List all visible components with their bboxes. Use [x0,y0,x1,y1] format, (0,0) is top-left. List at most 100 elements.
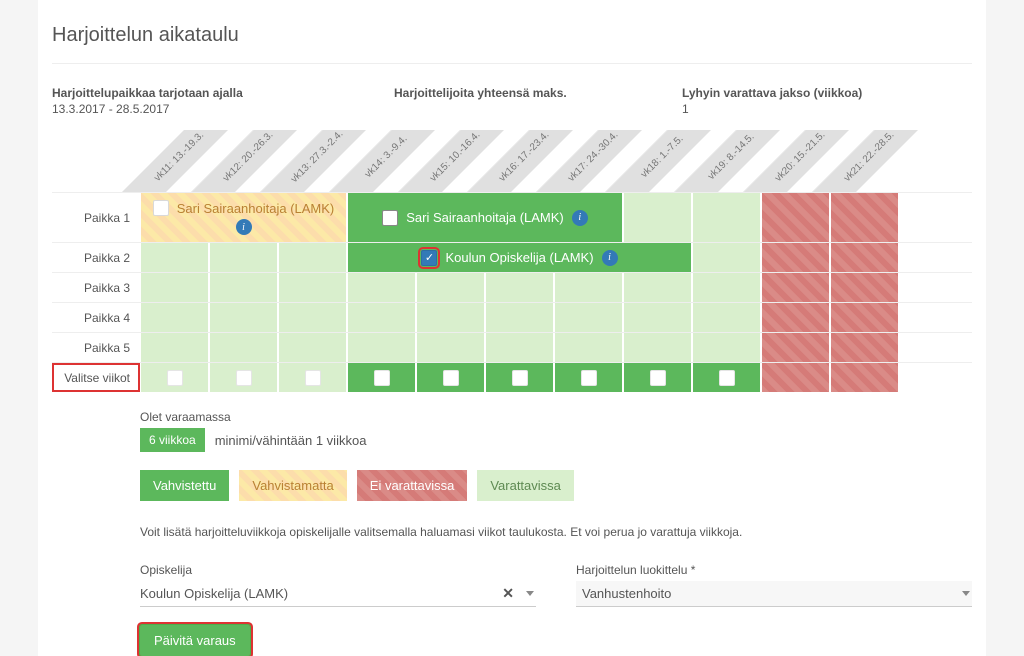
page-title: Harjoittelun aikataulu [52,24,972,64]
slot-available[interactable] [554,333,623,362]
slot-available[interactable] [485,333,554,362]
slot-available[interactable] [347,273,416,302]
help-text: Voit lisätä harjoitteluviikkoja opiskeli… [140,525,972,539]
slot-available[interactable] [278,243,347,272]
checkbox-icon[interactable]: ✓ [421,250,437,266]
paikka-4-row: Paikka 4 [52,302,972,332]
weeks-header: vk11: 13.-19.3. vk12: 20.-26.3. vk13: 27… [140,130,972,192]
legend-unconfirmed: Vahvistamatta [239,470,346,501]
slot-available[interactable] [554,303,623,332]
slot-available[interactable] [416,333,485,362]
slot-unavailable [830,273,899,302]
checkbox-icon[interactable] [153,200,169,216]
slot-available[interactable] [485,273,554,302]
slot-available[interactable] [554,273,623,302]
assignee-name: Sari Sairaanhoitaja (LAMK) [406,210,564,225]
slot-available[interactable] [347,303,416,332]
select-weeks-label: Valitse viikot [52,363,140,392]
slot-available[interactable] [623,193,692,242]
clear-icon[interactable]: ✕ [502,585,514,602]
student-select[interactable]: Koulun Opiskelija (LAMK) ✕ [140,581,536,607]
category-select[interactable]: Vanhustenhoito [576,581,972,607]
slot-available[interactable] [623,303,692,332]
week-header: vk21: 22.-28.5. [830,130,899,192]
row-label: Paikka 3 [52,273,140,302]
assignee-name: Sari Sairaanhoitaja (LAMK) [177,201,335,216]
page: Harjoittelun aikataulu Harjoittelupaikka… [38,0,986,656]
paikka-3-row: Paikka 3 [52,272,972,302]
select-weeks-row: Valitse viikot [52,362,972,392]
slot-unavailable [761,193,830,242]
slot-unavailable [830,303,899,332]
meta-offered-value: 13.3.2017 - 28.5.2017 [52,102,394,116]
week-checkbox-checked[interactable] [485,363,554,392]
slot-available[interactable] [209,333,278,362]
slot-unavailable [761,363,830,392]
form-row: Opiskelija Koulun Opiskelija (LAMK) ✕ Ha… [140,563,972,607]
lower-section: Olet varaamassa 6 viikkoa minimi/vähintä… [140,410,972,656]
paikka-5-row: Paikka 5 [52,332,972,362]
category-label: Harjoittelun luokittelu * [576,563,972,577]
checkbox-icon[interactable] [382,210,398,226]
slot-unavailable [761,333,830,362]
slot-available[interactable] [140,273,209,302]
slot-available[interactable] [692,333,761,362]
slot-available[interactable] [623,333,692,362]
update-button[interactable]: Päivitä varaus [140,625,250,656]
week-checkbox-checked[interactable] [623,363,692,392]
slot-available[interactable] [485,303,554,332]
week-checkbox[interactable] [140,363,209,392]
meta-trainees-label: Harjoittelijoita yhteensä maks. [394,86,682,100]
week-checkbox-checked[interactable] [347,363,416,392]
slot-unavailable [830,243,899,272]
slot-available[interactable] [140,303,209,332]
meta-offered-label: Harjoittelupaikkaa tarjotaan ajalla [52,86,394,100]
slot-available[interactable] [209,273,278,302]
slot-available[interactable] [209,303,278,332]
meta-min: Lyhyin varattava jakso (viikkoa) 1 [682,86,972,116]
row-label: Paikka 4 [52,303,140,332]
reserving-label: Olet varaamassa [140,410,972,424]
booking-confirmed[interactable]: Sari Sairaanhoitaja (LAMK) i [347,193,623,242]
chevron-down-icon[interactable] [962,591,970,596]
week-checkbox-checked[interactable] [692,363,761,392]
slot-available[interactable] [692,303,761,332]
slot-available[interactable] [278,273,347,302]
slot-available[interactable] [209,243,278,272]
legend: Vahvistettu Vahvistamatta Ei varattaviss… [140,470,972,501]
meta-offered: Harjoittelupaikkaa tarjotaan ajalla 13.3… [52,86,394,116]
paikka-1-row: Paikka 1 Sari Sairaanhoitaja (LAMK) i Sa… [52,192,972,242]
slot-available[interactable] [278,333,347,362]
row-label: Paikka 5 [52,333,140,362]
row-label: Paikka 2 [52,243,140,272]
slot-available[interactable] [140,333,209,362]
meta-min-label: Lyhyin varattava jakso (viikkoa) [682,86,972,100]
student-value: Koulun Opiskelija (LAMK) [140,586,288,601]
slot-unavailable [830,193,899,242]
info-icon[interactable]: i [236,219,252,235]
chevron-down-icon[interactable] [526,591,534,596]
booking-unconfirmed[interactable]: Sari Sairaanhoitaja (LAMK) i [140,193,347,242]
week-checkbox-checked[interactable] [554,363,623,392]
slot-available[interactable] [347,333,416,362]
slot-available[interactable] [416,303,485,332]
slot-available[interactable] [692,273,761,302]
week-checkbox-checked[interactable] [416,363,485,392]
slot-available[interactable] [140,243,209,272]
slot-available[interactable] [623,273,692,302]
legend-available: Varattavissa [477,470,574,501]
slot-unavailable [761,303,830,332]
schedule-grid: vk11: 13.-19.3. vk12: 20.-26.3. vk13: 27… [52,130,972,392]
slot-available[interactable] [692,193,761,242]
info-icon[interactable]: i [602,250,618,266]
meta-row: Harjoittelupaikkaa tarjotaan ajalla 13.3… [52,86,972,116]
slot-available[interactable] [416,273,485,302]
slot-available[interactable] [692,243,761,272]
booking-confirmed[interactable]: ✓ Koulun Opiskelija (LAMK) i [347,243,692,272]
week-checkbox[interactable] [278,363,347,392]
slot-available[interactable] [278,303,347,332]
info-icon[interactable]: i [572,210,588,226]
week-checkbox[interactable] [209,363,278,392]
weeks-count-badge: 6 viikkoa [140,428,205,452]
assignee-name: Koulun Opiskelija (LAMK) [445,250,593,265]
